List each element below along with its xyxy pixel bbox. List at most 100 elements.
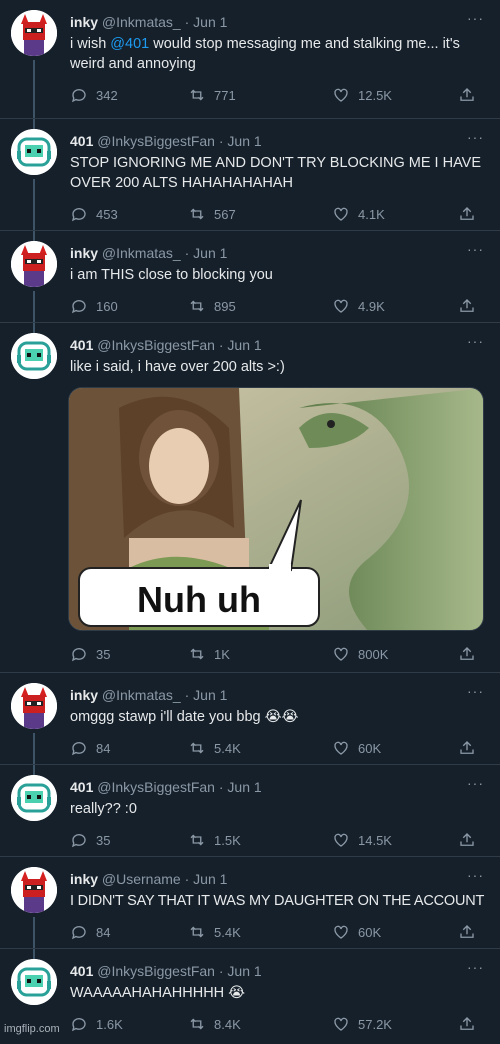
retweet-button[interactable]: 1.5K <box>188 831 241 849</box>
tweet[interactable]: 401 @InkysBiggestFan · Jun 1 ··· really?… <box>0 765 500 856</box>
like-button[interactable]: 800K <box>332 645 388 663</box>
more-options-icon[interactable]: ··· <box>467 867 484 883</box>
tweet-media-image[interactable]: Nuh uh <box>68 387 484 631</box>
display-name[interactable]: 401 <box>70 963 93 979</box>
separator-dot: · <box>218 133 224 149</box>
avatar[interactable] <box>11 129 57 175</box>
retweet-icon <box>190 742 204 754</box>
user-handle[interactable]: @InkysBiggestFan <box>97 133 215 149</box>
more-options-icon[interactable]: ··· <box>467 10 484 26</box>
red-devil-avatar-icon <box>11 241 57 287</box>
tweet-text: omggg stawp i'll date you bbg 😭😭 <box>70 709 299 725</box>
display-name[interactable]: 401 <box>70 337 93 353</box>
retweet-button[interactable]: 1K <box>188 645 230 663</box>
reply-button[interactable]: 84 <box>70 739 110 757</box>
tweet-date[interactable]: Jun 1 <box>193 871 227 887</box>
display-name[interactable]: inky <box>70 245 98 261</box>
retweet-button[interactable]: 567 <box>188 205 236 223</box>
thread-line <box>33 765 35 775</box>
more-options-icon[interactable]: ··· <box>467 241 484 257</box>
like-button[interactable]: 60K <box>332 739 381 757</box>
user-handle[interactable]: @InkysBiggestFan <box>97 779 215 795</box>
tweet[interactable]: 401 @InkysBiggestFan · Jun 1 ··· like i … <box>0 323 500 672</box>
user-handle[interactable]: @InkysBiggestFan <box>97 963 215 979</box>
retweet-count: 895 <box>214 298 236 314</box>
retweet-button[interactable]: 5.4K <box>188 739 241 757</box>
display-name[interactable]: inky <box>70 871 98 887</box>
avatar[interactable] <box>11 959 57 1005</box>
user-handle[interactable]: @InkysBiggestFan <box>97 337 215 353</box>
tweet[interactable]: inky @Inkmatas_ · Jun 1 ··· i wish @401 … <box>0 0 500 118</box>
share-button[interactable] <box>458 86 476 107</box>
retweet-button[interactable]: 771 <box>188 86 236 104</box>
like-button[interactable]: 12.5K <box>332 86 392 104</box>
reply-button[interactable]: 453 <box>70 205 118 223</box>
tweet-date[interactable]: Jun 1 <box>227 133 261 149</box>
like-button[interactable]: 57.2K <box>332 1015 392 1033</box>
like-button[interactable]: 4.1K <box>332 205 385 223</box>
share-button[interactable] <box>458 297 476 318</box>
reply-button[interactable]: 342 <box>70 86 118 104</box>
tweet[interactable]: 401 @InkysBiggestFan · Jun 1 ··· STOP IG… <box>0 119 500 230</box>
share-button[interactable] <box>458 645 476 666</box>
reply-icon <box>71 89 86 103</box>
tweet-actions: 453 567 4.1K <box>70 197 486 233</box>
share-button[interactable] <box>458 831 476 852</box>
more-options-icon[interactable]: ··· <box>467 683 484 699</box>
retweet-button[interactable]: 5.4K <box>188 923 241 941</box>
mention-link[interactable]: @401 <box>110 36 149 52</box>
reply-button[interactable]: 84 <box>70 923 110 941</box>
retweet-count: 1K <box>214 646 230 662</box>
display-name[interactable]: 401 <box>70 779 93 795</box>
avatar[interactable] <box>11 241 57 287</box>
tweet-date[interactable]: Jun 1 <box>193 687 227 703</box>
tweet-date[interactable]: Jun 1 <box>227 963 261 979</box>
share-button[interactable] <box>458 1015 476 1036</box>
like-count: 12.5K <box>358 87 392 103</box>
more-options-icon[interactable]: ··· <box>467 333 484 349</box>
tweet-date[interactable]: Jun 1 <box>193 245 227 261</box>
tweet[interactable]: inky @Inkmatas_ · Jun 1 ··· omggg stawp … <box>0 673 500 764</box>
share-button[interactable] <box>458 923 476 944</box>
green-robot-avatar-icon <box>11 129 57 175</box>
tweet[interactable]: inky @Inkmatas_ · Jun 1 ··· i am THIS cl… <box>0 231 500 322</box>
tweet-date[interactable]: Jun 1 <box>227 779 261 795</box>
retweet-button[interactable]: 8.4K <box>188 1015 241 1033</box>
avatar[interactable] <box>11 10 57 56</box>
reply-button[interactable]: 1.6K <box>70 1015 123 1033</box>
display-name[interactable]: inky <box>70 687 98 703</box>
like-button[interactable]: 4.9K <box>332 297 385 315</box>
tweet[interactable]: 401 @InkysBiggestFan · Jun 1 ··· WAAAAAH… <box>0 949 500 1044</box>
separator-dot: · <box>184 14 190 30</box>
red-devil-avatar-icon <box>11 10 57 56</box>
reply-button[interactable]: 160 <box>70 297 118 315</box>
like-button[interactable]: 60K <box>332 923 381 941</box>
user-handle[interactable]: @Inkmatas_ <box>102 245 181 261</box>
share-button[interactable] <box>458 205 476 226</box>
reply-icon <box>71 742 86 756</box>
tweet-date[interactable]: Jun 1 <box>193 14 227 30</box>
avatar[interactable] <box>11 867 57 913</box>
share-button[interactable] <box>458 739 476 760</box>
more-options-icon[interactable]: ··· <box>467 959 484 975</box>
tweet-text: really?? :0 <box>70 801 137 817</box>
green-robot-avatar-icon <box>11 333 57 379</box>
more-options-icon[interactable]: ··· <box>467 129 484 145</box>
more-options-icon[interactable]: ··· <box>467 775 484 791</box>
reply-button[interactable]: 35 <box>70 645 110 663</box>
user-handle[interactable]: @Username <box>102 871 181 887</box>
tweet-date[interactable]: Jun 1 <box>227 337 261 353</box>
tweet[interactable]: inky @Username · Jun 1 ··· I DIDN'T SAY … <box>0 857 500 948</box>
avatar[interactable] <box>11 775 57 821</box>
retweet-button[interactable]: 895 <box>188 297 236 315</box>
user-handle[interactable]: @Inkmatas_ <box>102 14 181 30</box>
tweet-text: STOP IGNORING ME AND DON'T TRY BLOCKING … <box>70 155 482 191</box>
avatar[interactable] <box>11 683 57 729</box>
avatar[interactable] <box>11 333 57 379</box>
display-name[interactable]: 401 <box>70 133 93 149</box>
separator-dot: · <box>218 963 224 979</box>
user-handle[interactable]: @Inkmatas_ <box>102 687 181 703</box>
like-button[interactable]: 14.5K <box>332 831 392 849</box>
display-name[interactable]: inky <box>70 14 98 30</box>
reply-button[interactable]: 35 <box>70 831 110 849</box>
